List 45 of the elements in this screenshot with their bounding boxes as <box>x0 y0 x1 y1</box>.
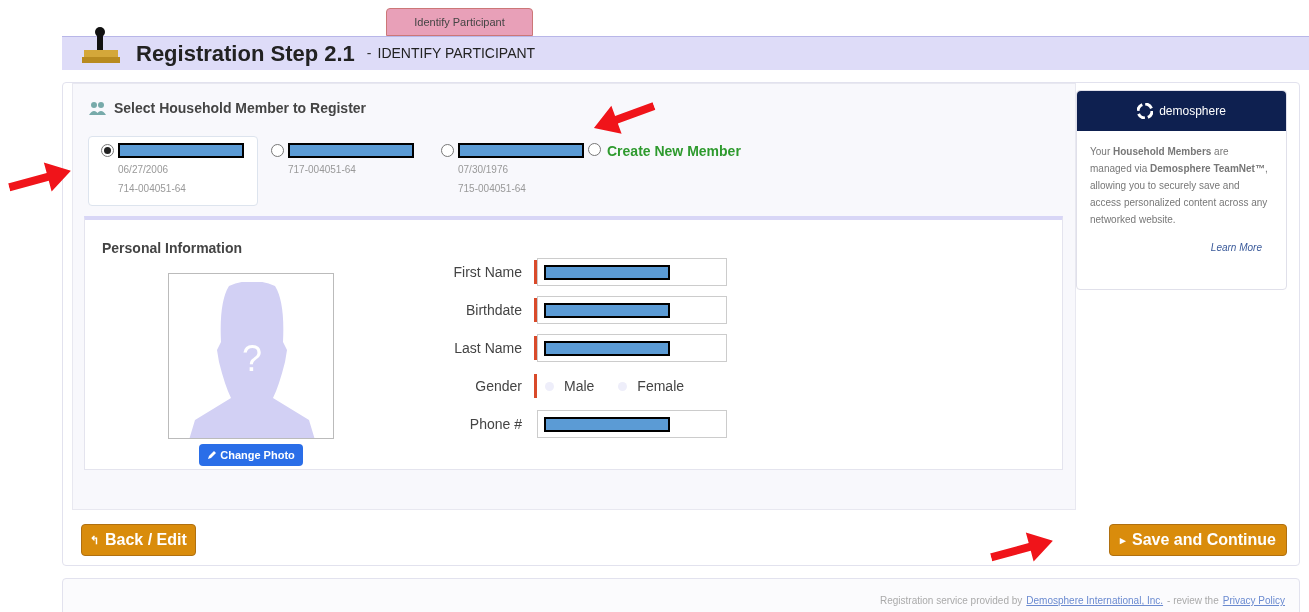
people-icon <box>88 101 108 115</box>
field-label: Birthdate <box>464 300 523 320</box>
input-field[interactable] <box>537 334 727 362</box>
input-field[interactable] <box>537 296 727 324</box>
pencil-icon <box>207 450 218 460</box>
field-label: First Name <box>452 262 523 282</box>
footer-text: - review the <box>1167 594 1219 608</box>
radio-button[interactable] <box>441 144 454 157</box>
section-title: Select Household Member to Register <box>114 98 367 118</box>
option-label: Male <box>564 376 595 396</box>
section-title: Personal Information <box>102 239 244 258</box>
member-option[interactable]: 07/30/1976 715-004051-64 <box>428 136 598 206</box>
input-field[interactable] <box>537 258 727 286</box>
footer-text: Registration service provided by <box>880 594 1023 608</box>
change-photo-button[interactable]: Change Photo <box>199 444 303 466</box>
unknown-mark: ? <box>242 337 263 381</box>
option-label: Female <box>637 376 685 396</box>
save-continue-button[interactable]: ▸ Save and Continue <box>1108 524 1287 556</box>
member-birthdate: 06/27/2006 <box>118 163 170 177</box>
title-separator: - <box>366 44 372 63</box>
back-button[interactable]: ↰ Back / Edit <box>81 524 196 556</box>
input-field[interactable] <box>537 410 727 438</box>
radio-button[interactable] <box>101 144 114 157</box>
radio-button[interactable] <box>588 143 601 156</box>
member-id: 714-004051-64 <box>118 182 187 196</box>
brand-name: demosphere <box>1159 103 1226 120</box>
page-subtitle: IDENTIFY PARTICIPANT <box>377 44 536 63</box>
create-member-link[interactable]: Create New Member <box>607 141 741 162</box>
info-text: Your Household Members are managed via Demosphere TeamNet™, allowing you to securely save and access personalized content across any networked website. <box>1089 145 1269 227</box>
step-tab[interactable]: Identify Participant <box>386 8 533 36</box>
company-link[interactable]: Demosphere International, Inc. <box>1026 593 1164 608</box>
radio-button[interactable] <box>271 144 284 157</box>
member-option[interactable]: 717-004051-64 <box>258 136 428 206</box>
page-title: Registration Step 2.1 <box>136 40 355 68</box>
swirl-logo-icon <box>1137 103 1154 119</box>
member-id: 717-004051-64 <box>288 163 357 177</box>
learn-more-link[interactable]: Learn More <box>1210 242 1262 253</box>
field-label: Gender <box>474 376 523 396</box>
person-silhouette-icon <box>189 282 315 438</box>
member-birthdate: 07/30/1976 <box>458 163 510 177</box>
privacy-link[interactable]: Privacy Policy <box>1222 593 1285 608</box>
member-option[interactable]: 06/27/2006 714-004051-64 <box>88 136 258 206</box>
member-id: 715-004051-64 <box>458 182 527 196</box>
field-label: Last Name <box>453 338 523 358</box>
field-label: Phone # <box>468 414 523 434</box>
